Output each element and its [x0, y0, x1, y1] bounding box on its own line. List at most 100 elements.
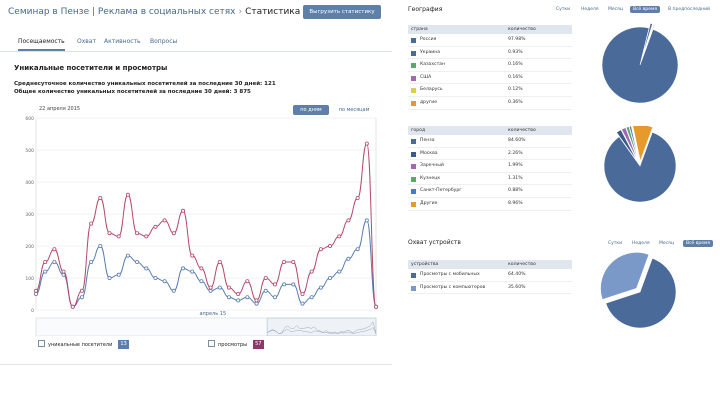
- data-point[interactable]: [89, 221, 94, 226]
- data-point[interactable]: [70, 304, 75, 309]
- data-point[interactable]: [226, 295, 231, 300]
- data-point[interactable]: [43, 269, 48, 274]
- data-point[interactable]: [144, 234, 149, 239]
- data-point[interactable]: [300, 291, 305, 296]
- data-point[interactable]: [254, 298, 259, 303]
- data-point[interactable]: [272, 295, 277, 300]
- tab-activity[interactable]: Активность: [104, 38, 141, 45]
- range-selector[interactable]: [266, 317, 377, 336]
- legend-views[interactable]: просмотры 57: [208, 340, 264, 350]
- device-period-day[interactable]: Сутки: [608, 241, 622, 246]
- period-all-time[interactable]: Всё время: [630, 6, 661, 13]
- export-stats-button[interactable]: Выгрузить статистику: [303, 5, 381, 19]
- period-week[interactable]: Неделя: [581, 7, 599, 12]
- data-point[interactable]: [171, 231, 176, 236]
- table-row[interactable]: Кузнецк 1.31%: [408, 173, 572, 186]
- breadcrumb-link[interactable]: Семинар в Пензе | Реклама в социальных с…: [8, 7, 236, 17]
- table-row[interactable]: США 0.16%: [408, 72, 572, 85]
- data-point[interactable]: [98, 196, 103, 201]
- data-point[interactable]: [89, 259, 94, 264]
- data-point[interactable]: [337, 269, 342, 274]
- table-row[interactable]: Казахстан 0.16%: [408, 59, 572, 72]
- data-point[interactable]: [328, 275, 333, 280]
- data-point[interactable]: [355, 196, 360, 201]
- data-point[interactable]: [144, 266, 149, 271]
- data-point[interactable]: [245, 295, 250, 300]
- data-point[interactable]: [116, 272, 121, 277]
- data-point[interactable]: [181, 266, 186, 271]
- data-point[interactable]: [52, 259, 57, 264]
- tab-attendance[interactable]: Посещаемость: [18, 38, 65, 51]
- table-row[interactable]: Пенза 84.60%: [408, 135, 572, 148]
- data-point[interactable]: [346, 256, 351, 261]
- data-point[interactable]: [33, 288, 38, 293]
- data-point[interactable]: [33, 291, 38, 296]
- tab-reach[interactable]: Охват: [77, 38, 96, 45]
- data-point[interactable]: [282, 282, 287, 287]
- data-point[interactable]: [190, 269, 195, 274]
- data-point[interactable]: [125, 192, 130, 197]
- data-point[interactable]: [364, 141, 369, 146]
- data-point[interactable]: [208, 285, 213, 290]
- data-point[interactable]: [236, 291, 241, 296]
- data-point[interactable]: [153, 275, 158, 280]
- pie-slice[interactable]: [601, 26, 679, 104]
- data-point[interactable]: [171, 288, 176, 293]
- device-period-month[interactable]: Месяц: [659, 241, 674, 246]
- visitors-chart[interactable]: 0 100 200 300 400 500 600 апрель 15: [22, 114, 378, 336]
- data-point[interactable]: [217, 259, 222, 264]
- data-point[interactable]: [116, 234, 121, 239]
- table-row[interactable]: Украина 0.93%: [408, 47, 572, 60]
- data-point[interactable]: [346, 218, 351, 223]
- data-point[interactable]: [291, 282, 296, 287]
- device-period-all-time[interactable]: Всё время: [683, 240, 714, 247]
- table-row[interactable]: Заречный 1.99%: [408, 160, 572, 173]
- data-point[interactable]: [272, 282, 277, 287]
- data-point[interactable]: [309, 269, 314, 274]
- data-point[interactable]: [263, 288, 268, 293]
- table-row[interactable]: другие 0.36%: [408, 97, 572, 110]
- data-point[interactable]: [135, 259, 140, 264]
- data-point[interactable]: [373, 304, 378, 309]
- data-point[interactable]: [236, 298, 241, 303]
- data-point[interactable]: [217, 285, 222, 290]
- table-row[interactable]: Россия 97.98%: [408, 34, 572, 47]
- data-point[interactable]: [318, 247, 323, 252]
- period-month[interactable]: Месяц: [608, 7, 623, 12]
- data-point[interactable]: [61, 272, 66, 277]
- data-point[interactable]: [190, 253, 195, 258]
- data-point[interactable]: [318, 285, 323, 290]
- data-point[interactable]: [107, 275, 112, 280]
- checkbox-icon[interactable]: [38, 340, 45, 347]
- data-point[interactable]: [263, 275, 268, 280]
- table-row[interactable]: Санкт-Петербург 0.88%: [408, 185, 572, 198]
- data-point[interactable]: [162, 218, 167, 223]
- data-point[interactable]: [135, 231, 140, 236]
- table-row[interactable]: Москва 2.26%: [408, 148, 572, 161]
- data-point[interactable]: [245, 279, 250, 284]
- data-point[interactable]: [337, 234, 342, 239]
- period-prev[interactable]: В предпоследний: [668, 7, 710, 12]
- data-point[interactable]: [61, 269, 66, 274]
- data-point[interactable]: [282, 259, 287, 264]
- data-point[interactable]: [208, 288, 213, 293]
- data-point[interactable]: [107, 231, 112, 236]
- table-row[interactable]: Просмотры с мобильных 64.40%: [408, 269, 572, 282]
- data-point[interactable]: [254, 301, 259, 306]
- data-point[interactable]: [52, 247, 57, 252]
- data-point[interactable]: [181, 208, 186, 213]
- data-point[interactable]: [162, 279, 167, 284]
- table-row[interactable]: Беларусь 0.12%: [408, 84, 572, 97]
- data-point[interactable]: [291, 259, 296, 264]
- data-point[interactable]: [153, 224, 158, 229]
- table-row[interactable]: Просмотры с компьютеров 35.60%: [408, 282, 572, 295]
- data-point[interactable]: [79, 295, 84, 300]
- checkbox-icon[interactable]: [208, 340, 215, 347]
- data-point[interactable]: [199, 266, 204, 271]
- data-point[interactable]: [43, 259, 48, 264]
- data-point[interactable]: [226, 285, 231, 290]
- device-period-week[interactable]: Неделя: [632, 241, 650, 246]
- legend-visitors[interactable]: уникальные посетители 13: [38, 340, 129, 350]
- data-point[interactable]: [364, 218, 369, 223]
- tab-questions[interactable]: Вопросы: [150, 38, 177, 45]
